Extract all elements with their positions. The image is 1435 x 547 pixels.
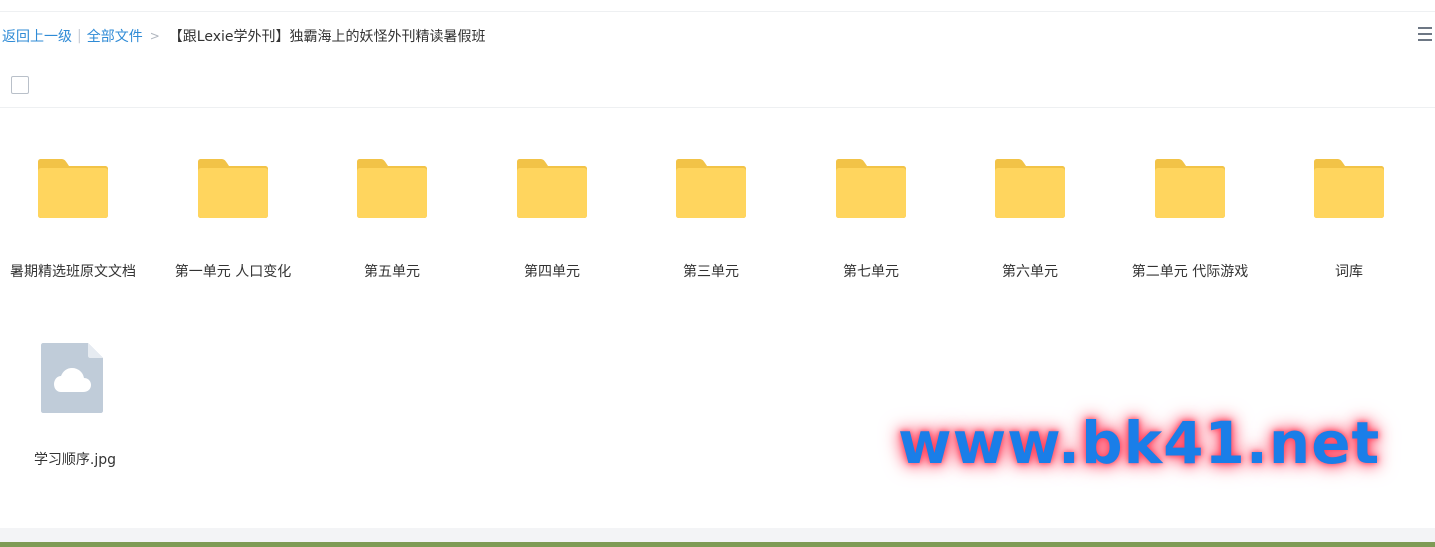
folder-item[interactable]: 词库	[1274, 108, 1424, 280]
breadcrumb: 返回上一级 | 全部文件 > 【跟Lexie学外刊】独霸海上的妖怪外刊精读暑假班	[2, 26, 486, 46]
all-files-link[interactable]: 全部文件	[87, 26, 143, 46]
image-file-icon	[41, 343, 103, 413]
folder-name: 第二单元 代际游戏	[1131, 264, 1249, 280]
folder-icon	[1314, 158, 1384, 218]
folder-item[interactable]: 第二单元 代际游戏	[1115, 108, 1265, 280]
back-link[interactable]: 返回上一级	[2, 26, 72, 46]
folder-item[interactable]: 第三单元	[636, 108, 786, 280]
folder-icon	[676, 158, 746, 218]
top-divider	[0, 11, 1435, 12]
folder-item[interactable]: 第七单元	[796, 108, 946, 280]
select-all-checkbox[interactable]	[11, 76, 29, 94]
folder-icon	[995, 158, 1065, 218]
folder-icon	[836, 158, 906, 218]
folder-name: 第一单元 人口变化	[174, 264, 292, 280]
folder-item[interactable]: 第五单元	[317, 108, 467, 280]
folder-icon	[1155, 158, 1225, 218]
folder-item[interactable]: 第一单元 人口变化	[158, 108, 308, 280]
breadcrumb-arrow: >	[149, 29, 160, 43]
file-browser: 返回上一级 | 全部文件 > 【跟Lexie学外刊】独霸海上的妖怪外刊精读暑假班…	[0, 0, 1435, 547]
folder-name: 第七单元	[843, 264, 899, 280]
folder-name: 第五单元	[364, 264, 420, 280]
folder-name: 词库	[1335, 264, 1363, 280]
folder-icon	[198, 158, 268, 218]
bottom-strip	[0, 528, 1435, 542]
folder-name: 第六单元	[1002, 264, 1058, 280]
file-item[interactable]: 学习顺序.jpg	[0, 108, 150, 478]
folder-item[interactable]: 第六单元	[955, 108, 1105, 280]
folder-icon	[357, 158, 427, 218]
bottom-bar	[0, 542, 1435, 547]
folder-icon	[517, 158, 587, 218]
list-view-icon[interactable]	[1418, 27, 1435, 47]
breadcrumb-separator: |	[77, 28, 82, 44]
folder-item[interactable]: 第四单元	[477, 108, 627, 280]
folder-name: 第三单元	[683, 264, 739, 280]
folder-name: 第四单元	[524, 264, 580, 280]
watermark-text: www.bk41.net	[898, 409, 1381, 477]
current-folder-title: 【跟Lexie学外刊】独霸海上的妖怪外刊精读暑假班	[168, 29, 486, 45]
file-name: 学习顺序.jpg	[33, 452, 117, 468]
